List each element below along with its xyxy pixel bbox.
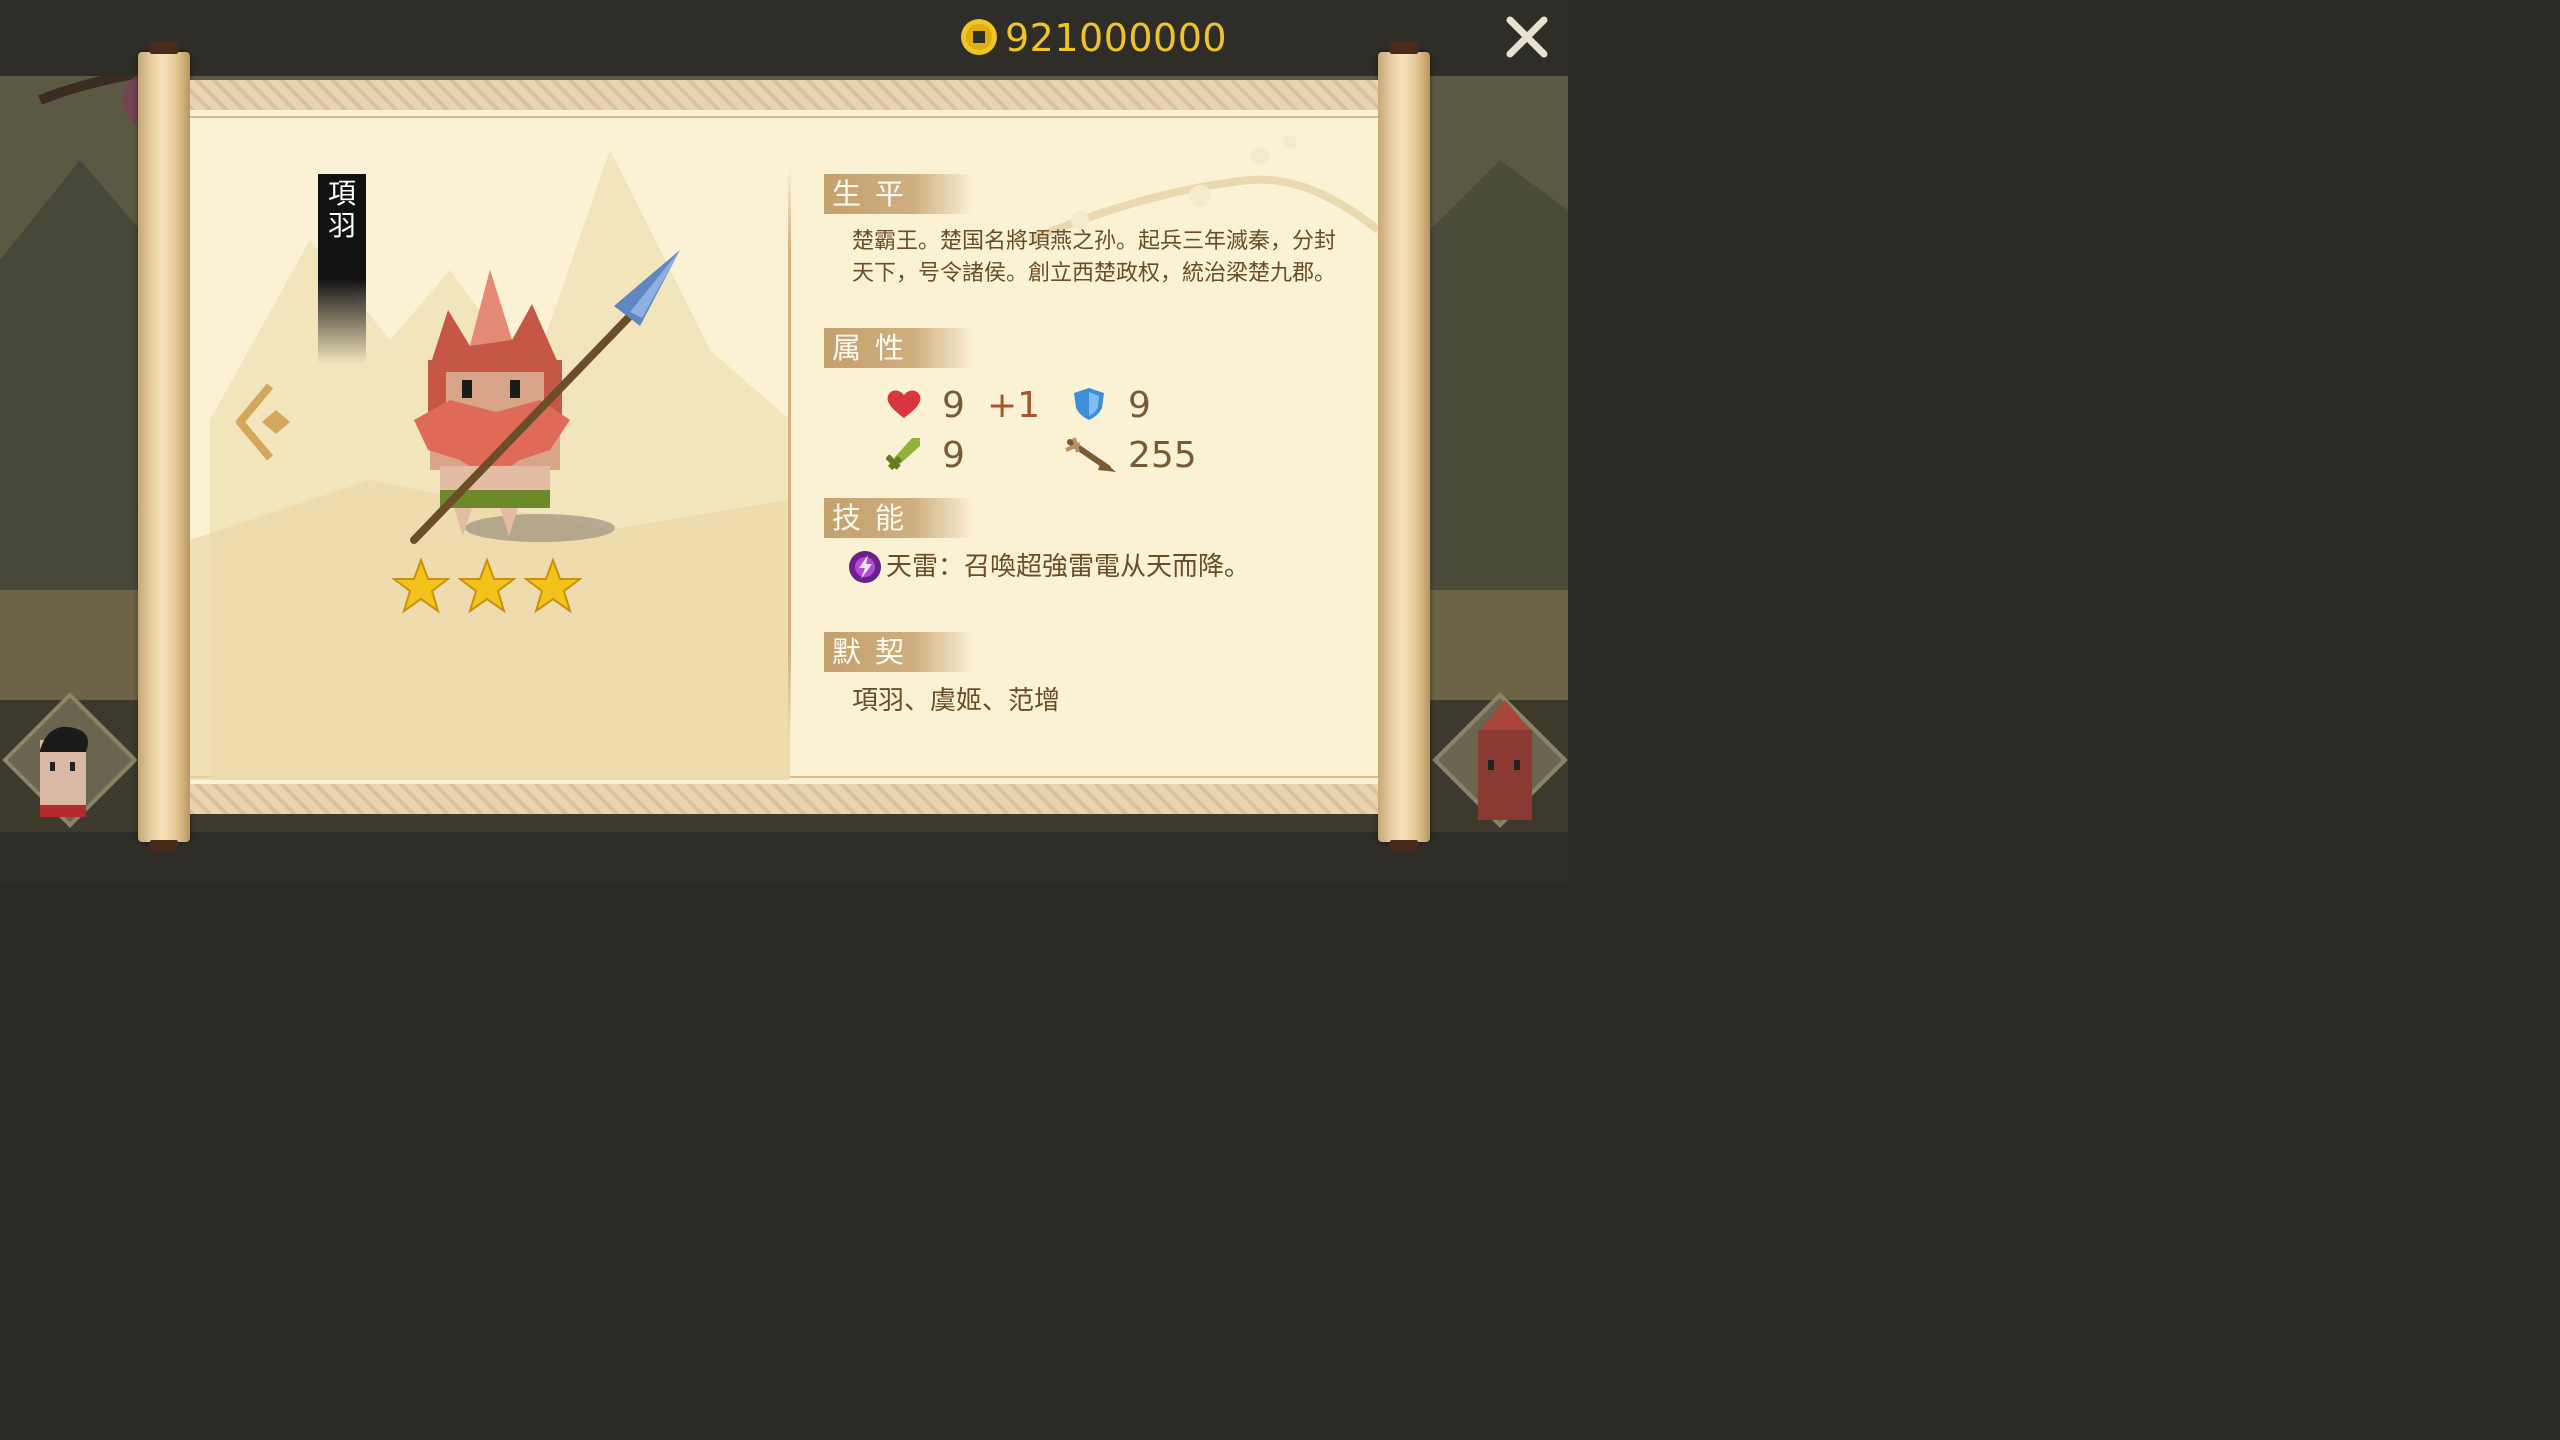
- hero-thumbnail-right[interactable]: [1430, 690, 1568, 830]
- scroll-roller-left: [138, 42, 190, 852]
- hero-portrait: [410, 250, 680, 544]
- range-value: 255: [1128, 435, 1197, 476]
- attack-value: 9: [942, 435, 965, 476]
- section-header-bio: 生平: [824, 174, 974, 214]
- scroll-roller-right: [1378, 42, 1430, 852]
- star-icon: [524, 558, 582, 614]
- scroll-border-top: [190, 80, 1378, 110]
- star-icon: [392, 558, 450, 614]
- star-icon: [458, 558, 516, 614]
- section-header-bond: 默契: [824, 632, 974, 672]
- sword-icon: [886, 438, 920, 471]
- hero-thumbnail-left[interactable]: [0, 690, 140, 830]
- coin-icon: [961, 19, 997, 55]
- thunder-skill-icon[interactable]: [848, 550, 882, 584]
- health-value: 9: [942, 385, 965, 426]
- scroll-border-bottom: [190, 784, 1378, 814]
- defense-value: 9: [1128, 385, 1151, 426]
- hero-biography: 楚霸王。楚国名將項燕之孙。起兵三年滅秦，分封天下，号令諸侯。創立西楚政权，統治梁…: [852, 229, 1337, 286]
- arrow-range-icon: [1065, 437, 1116, 472]
- column-divider: [788, 166, 791, 736]
- chevron-left-icon[interactable]: [234, 382, 294, 462]
- bond-heroes: 項羽、虞姬、范增: [852, 686, 1061, 716]
- section-header-skill: 技能: [824, 498, 974, 538]
- section-header-attributes: 属性: [824, 328, 974, 368]
- hero-name-banner: 項 羽: [318, 174, 366, 364]
- close-icon[interactable]: [1502, 12, 1552, 62]
- hero-detail-scroll: 項 羽 生平 楚霸王。楚国名將項燕之孙。起兵三年滅秦，分封天下，号令諸侯。創立西…: [190, 80, 1378, 814]
- shield-icon: [1074, 388, 1104, 420]
- health-bonus: +1: [987, 385, 1041, 426]
- scroll-rule-top: [190, 116, 1378, 118]
- top-bar: [0, 0, 1568, 76]
- bottom-bar: [0, 832, 1568, 882]
- skill-description: 天雷：召喚超強雷電从天而降。: [886, 552, 1251, 582]
- coin-balance: 921000000: [1005, 16, 1228, 60]
- hero-name: 項 羽: [327, 177, 356, 242]
- heart-icon: [887, 390, 921, 418]
